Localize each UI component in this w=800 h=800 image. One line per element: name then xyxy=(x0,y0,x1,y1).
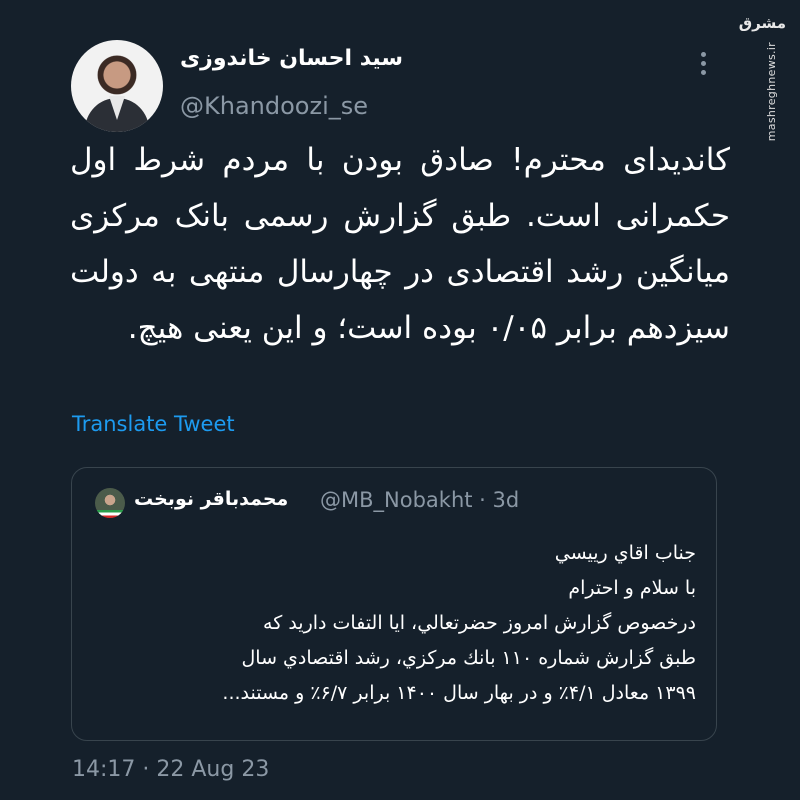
watermark-logo: مشرق xyxy=(738,14,786,32)
watermark: مشرق mashreghnews.ir xyxy=(739,14,794,141)
watermark-site: mashreghnews.ir xyxy=(765,42,778,142)
quoted-tweet[interactable]: محمدباقر نوبخت @MB_Nobakht · 3d جناب اقا… xyxy=(71,467,717,741)
more-vertical-icon[interactable] xyxy=(695,52,711,82)
quoted-author-name: محمدباقر نوبخت xyxy=(134,488,289,510)
flag-icon xyxy=(95,510,125,518)
tweet-timestamp[interactable]: 14:17 · 22 Aug 23 xyxy=(72,757,269,782)
more-dot xyxy=(700,70,706,75)
tweet-text: کاندیدای محترم! صادق بودن با مردم شرط او… xyxy=(70,142,730,346)
more-dot xyxy=(700,52,706,57)
quoted-author-avatar[interactable] xyxy=(95,488,125,518)
more-dot xyxy=(700,61,706,66)
author-handle[interactable]: @Khandoozi_se xyxy=(180,92,368,120)
tweet-card: مشرق mashreghnews.ir سید احسان خاندوزی @… xyxy=(0,0,800,800)
author-avatar[interactable] xyxy=(71,40,163,132)
quoted-tweet-text: جناب اقاي رييسي با سلام و احترام درخصوص … xyxy=(222,542,696,704)
translate-tweet-link[interactable]: Translate Tweet xyxy=(72,412,235,436)
quoted-author-meta: @MB_Nobakht · 3d xyxy=(320,488,520,512)
author-display-name[interactable]: سید احسان خاندوزی xyxy=(180,46,410,71)
